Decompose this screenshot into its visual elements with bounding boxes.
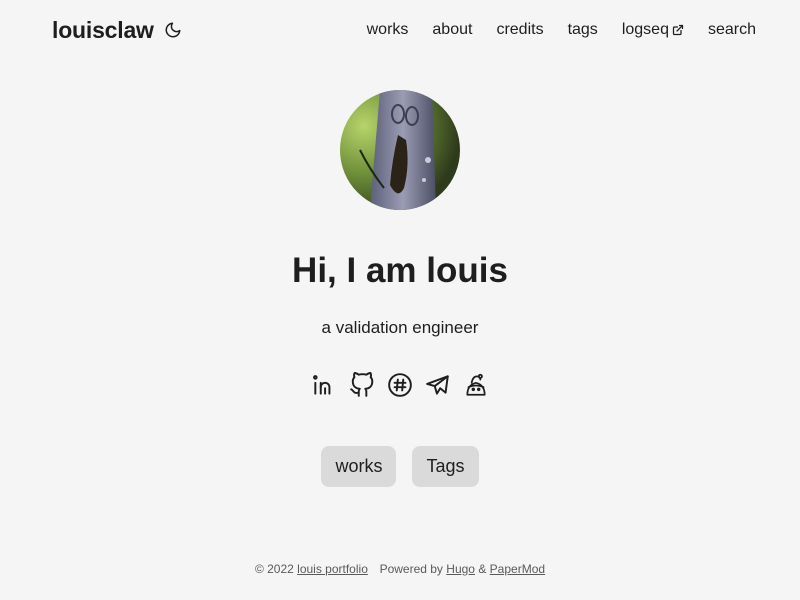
- nav-item-credits[interactable]: credits: [496, 21, 543, 39]
- custom-icon[interactable]: [463, 372, 489, 398]
- copyright-text: © 2022: [254, 562, 294, 576]
- linkedin-icon[interactable]: [311, 372, 337, 398]
- nav-item-search[interactable]: search: [708, 21, 756, 39]
- main-nav: works about credits tags logseq search: [367, 21, 756, 39]
- brand: louisclaw: [52, 17, 182, 44]
- site-logo[interactable]: louisclaw: [52, 17, 154, 44]
- site-link[interactable]: louis portfolio: [297, 562, 368, 576]
- page-subtitle: a validation engineer: [321, 318, 479, 337]
- site-header: louisclaw works about credits tags logse…: [52, 14, 756, 46]
- powered-by-text: Powered by: [379, 562, 443, 576]
- nav-item-works[interactable]: works: [367, 21, 409, 39]
- social-links: [311, 372, 489, 398]
- telegram-icon[interactable]: [425, 372, 451, 398]
- page-title: Hi, I am louis: [292, 251, 508, 290]
- papermod-link[interactable]: PaperMod: [490, 562, 545, 576]
- quick-links: works Tags: [321, 446, 479, 487]
- github-icon[interactable]: [349, 372, 375, 398]
- amp-text: &: [478, 562, 487, 576]
- slack-icon[interactable]: [387, 372, 413, 398]
- nav-item-tags[interactable]: tags: [568, 21, 598, 39]
- works-button[interactable]: works: [321, 446, 397, 487]
- hugo-link[interactable]: Hugo: [446, 562, 475, 576]
- site-footer: © 2022 louis portfolio Powered by Hugo &…: [0, 562, 800, 576]
- moon-icon[interactable]: [164, 21, 182, 39]
- profile-section: Hi, I am louis a validation engineer wor…: [0, 90, 800, 487]
- nav-item-about[interactable]: about: [432, 21, 472, 39]
- external-link-icon: [672, 24, 684, 36]
- avatar: [340, 90, 460, 210]
- tags-button[interactable]: Tags: [412, 446, 479, 487]
- nav-item-logseq-label: logseq: [621, 21, 669, 38]
- nav-item-logseq[interactable]: logseq: [622, 21, 684, 39]
